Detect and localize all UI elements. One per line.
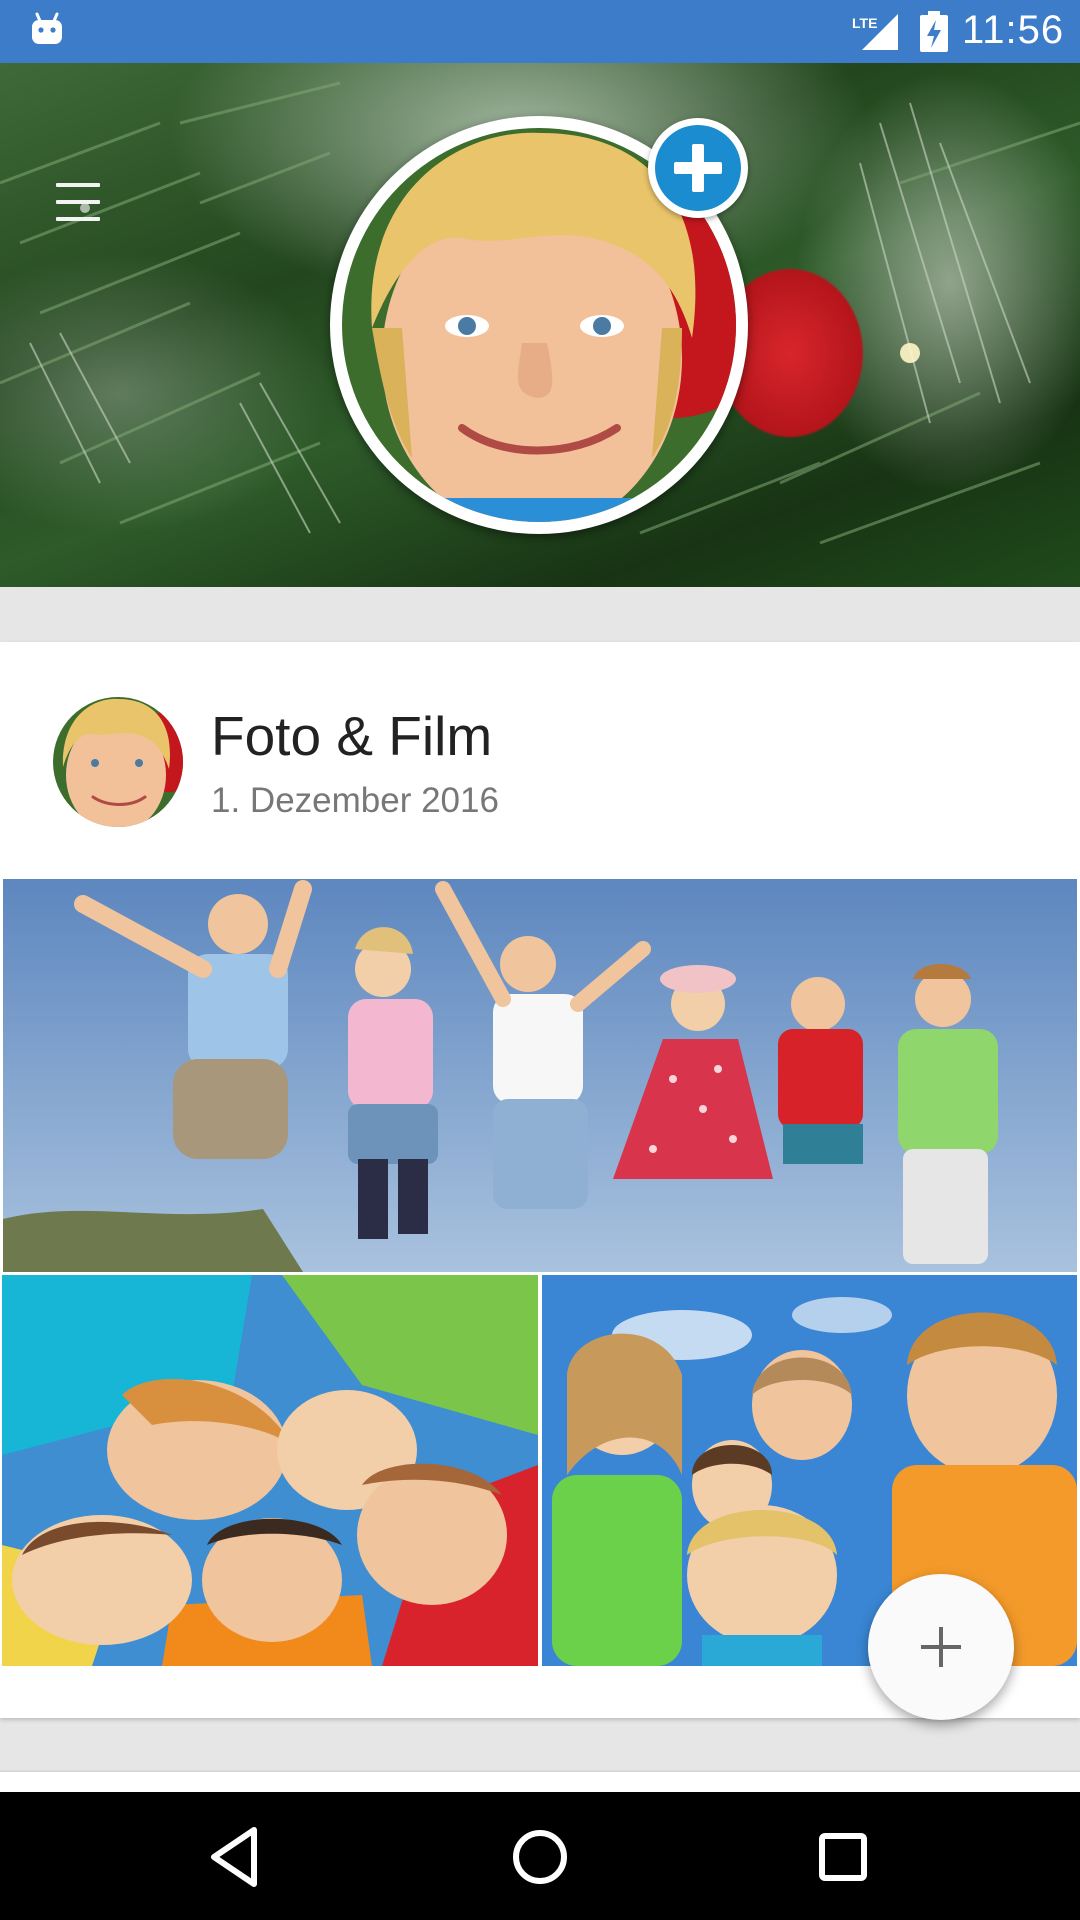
post-photo-1[interactable] <box>3 879 1077 1272</box>
children-circle-image <box>2 1275 538 1666</box>
navigation-bar <box>0 1792 1080 1920</box>
status-bar: LTE 11:56 <box>0 0 1080 63</box>
add-post-button[interactable] <box>868 1574 1014 1720</box>
post-card[interactable]: Foto & Film 1. Dezember 2016 <box>0 642 1080 1718</box>
avatar-image <box>53 697 183 827</box>
lte-signal-icon: LTE <box>852 14 898 50</box>
post-title: Foto & Film <box>211 705 493 767</box>
avatar[interactable] <box>53 697 183 827</box>
recents-square-icon[interactable] <box>808 1822 878 1892</box>
jumping-children-image <box>3 879 1077 1272</box>
post-date: 1. Dezember 2016 <box>211 781 499 820</box>
battery-charging-icon <box>920 11 948 52</box>
network-type-label: LTE <box>852 15 877 31</box>
back-triangle-icon[interactable] <box>200 1822 270 1892</box>
hamburger-menu-icon <box>56 183 100 187</box>
home-circle-icon[interactable] <box>505 1822 575 1892</box>
post-photo-2[interactable] <box>2 1275 538 1666</box>
plus-icon <box>921 1627 961 1667</box>
menu-button[interactable] <box>56 183 100 223</box>
status-time: 11:56 <box>962 8 1065 52</box>
android-notification-icon <box>32 12 62 44</box>
add-photo-plus-icon <box>674 144 722 192</box>
next-post-card <box>0 1772 1080 1792</box>
add-profile-photo-button[interactable] <box>648 118 748 218</box>
